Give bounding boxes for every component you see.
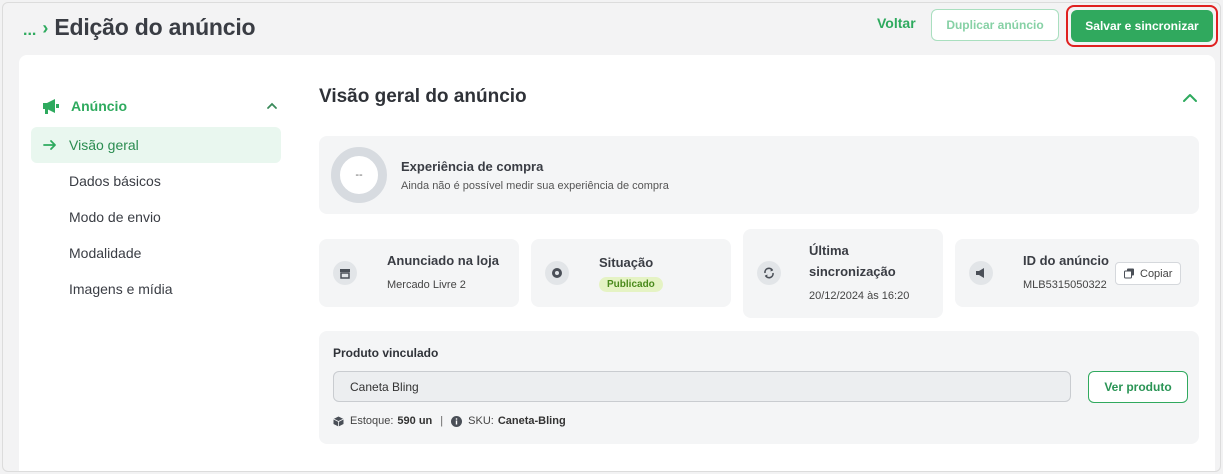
experience-score: -- xyxy=(355,169,363,181)
store-icon xyxy=(333,261,357,285)
page-header: ... › Edição do anúncio Voltar Duplicar … xyxy=(3,3,1220,53)
save-sync-button[interactable]: Salvar e sincronizar xyxy=(1071,10,1213,42)
stat-card-sync: Última sincronização 20/12/2024 às 16:20 xyxy=(743,229,943,318)
save-button-highlight: Salvar e sincronizar xyxy=(1066,5,1218,47)
duplicate-button[interactable]: Duplicar anúncio xyxy=(931,9,1059,41)
copy-button-label: Copiar xyxy=(1140,267,1173,280)
chevron-up-icon[interactable] xyxy=(265,99,279,113)
sidebar-item-label: Modalidade xyxy=(69,245,142,261)
sidebar-item-label: Modo de envio xyxy=(69,209,161,225)
box-icon xyxy=(333,416,344,426)
stat-value: 20/12/2024 às 16:20 xyxy=(809,290,910,302)
main-panel: Visão geral do anúncio -- Experiência de… xyxy=(319,55,1215,471)
info-icon xyxy=(451,415,463,427)
meta-separator: | xyxy=(440,415,444,427)
stat-value: MLB5315050322 xyxy=(1023,279,1107,291)
status-badge: Publicado xyxy=(599,277,663,292)
sidebar-item-modo-envio[interactable]: Modo de envio xyxy=(31,199,281,235)
linked-product-input[interactable] xyxy=(333,371,1071,402)
stat-card-id: ID do anúncio MLB5315050322 Copiar xyxy=(955,239,1199,307)
experience-title: Experiência de compra xyxy=(401,159,544,174)
stat-title-line1: Última xyxy=(809,243,849,258)
breadcrumb-ellipsis[interactable]: ... xyxy=(23,22,36,40)
stat-title-line2: sincronização xyxy=(809,264,896,279)
app-frame: ... › Edição do anúncio Voltar Duplicar … xyxy=(2,2,1221,472)
linked-product-card: Produto vinculado Ver produto Estoque: 5… xyxy=(319,331,1199,444)
stock-value: 590 un xyxy=(397,415,433,427)
experience-subtitle: Ainda não é possível medir sua experiênc… xyxy=(401,180,669,192)
sidebar-item-modalidade[interactable]: Modalidade xyxy=(31,235,281,271)
sidebar-section-anuncio[interactable]: Anúncio xyxy=(41,98,279,114)
status-icon xyxy=(545,261,569,285)
product-meta: Estoque: 590 un | SKU: Caneta-Bling xyxy=(333,415,566,427)
linked-product-title: Produto vinculado xyxy=(333,346,439,360)
sidebar-item-dados-basicos[interactable]: Dados básicos xyxy=(31,163,281,199)
experience-card: -- Experiência de compra Ainda não é pos… xyxy=(319,136,1199,214)
stat-card-status: Situação Publicado xyxy=(531,239,731,307)
sidebar-item-label: Imagens e mídia xyxy=(69,281,173,297)
stat-card-store: Anunciado na loja Mercado Livre 2 xyxy=(319,239,519,307)
page-title: Edição do anúncio xyxy=(54,14,256,40)
chevron-up-icon[interactable] xyxy=(1181,89,1199,107)
stat-title: Situação xyxy=(599,255,654,270)
sku-value: Caneta-Bling xyxy=(497,415,566,427)
sidebar-item-visao-geral[interactable]: Visão geral xyxy=(31,127,281,163)
sync-icon xyxy=(757,261,781,285)
sidebar: Anúncio Visão geral Dados básicos Modo d… xyxy=(19,55,319,471)
sidebar-section-label: Anúncio xyxy=(71,98,127,114)
stock-label: Estoque: xyxy=(350,415,394,427)
sku-label: SKU: xyxy=(468,415,494,427)
sidebar-item-imagens-midia[interactable]: Imagens e mídia xyxy=(31,271,281,307)
stat-title: Anunciado na loja xyxy=(387,253,499,268)
stat-value: Mercado Livre 2 xyxy=(387,279,466,291)
megaphone-icon xyxy=(43,99,59,114)
view-product-button[interactable]: Ver produto xyxy=(1088,371,1188,403)
chevron-right-icon: › xyxy=(42,18,49,38)
back-button[interactable]: Voltar xyxy=(877,15,916,31)
sidebar-item-label: Visão geral xyxy=(69,137,139,153)
sidebar-item-label: Dados básicos xyxy=(69,173,161,189)
experience-score-ring: -- xyxy=(331,147,387,203)
copy-button[interactable]: Copiar xyxy=(1115,262,1182,285)
breadcrumb: ... › Edição do anúncio xyxy=(23,14,256,41)
arrow-right-icon xyxy=(43,140,56,150)
stat-title: ID do anúncio xyxy=(1023,253,1109,268)
copy-icon xyxy=(1124,268,1134,279)
megaphone-icon xyxy=(969,261,993,285)
section-title: Visão geral do anúncio xyxy=(319,86,527,107)
